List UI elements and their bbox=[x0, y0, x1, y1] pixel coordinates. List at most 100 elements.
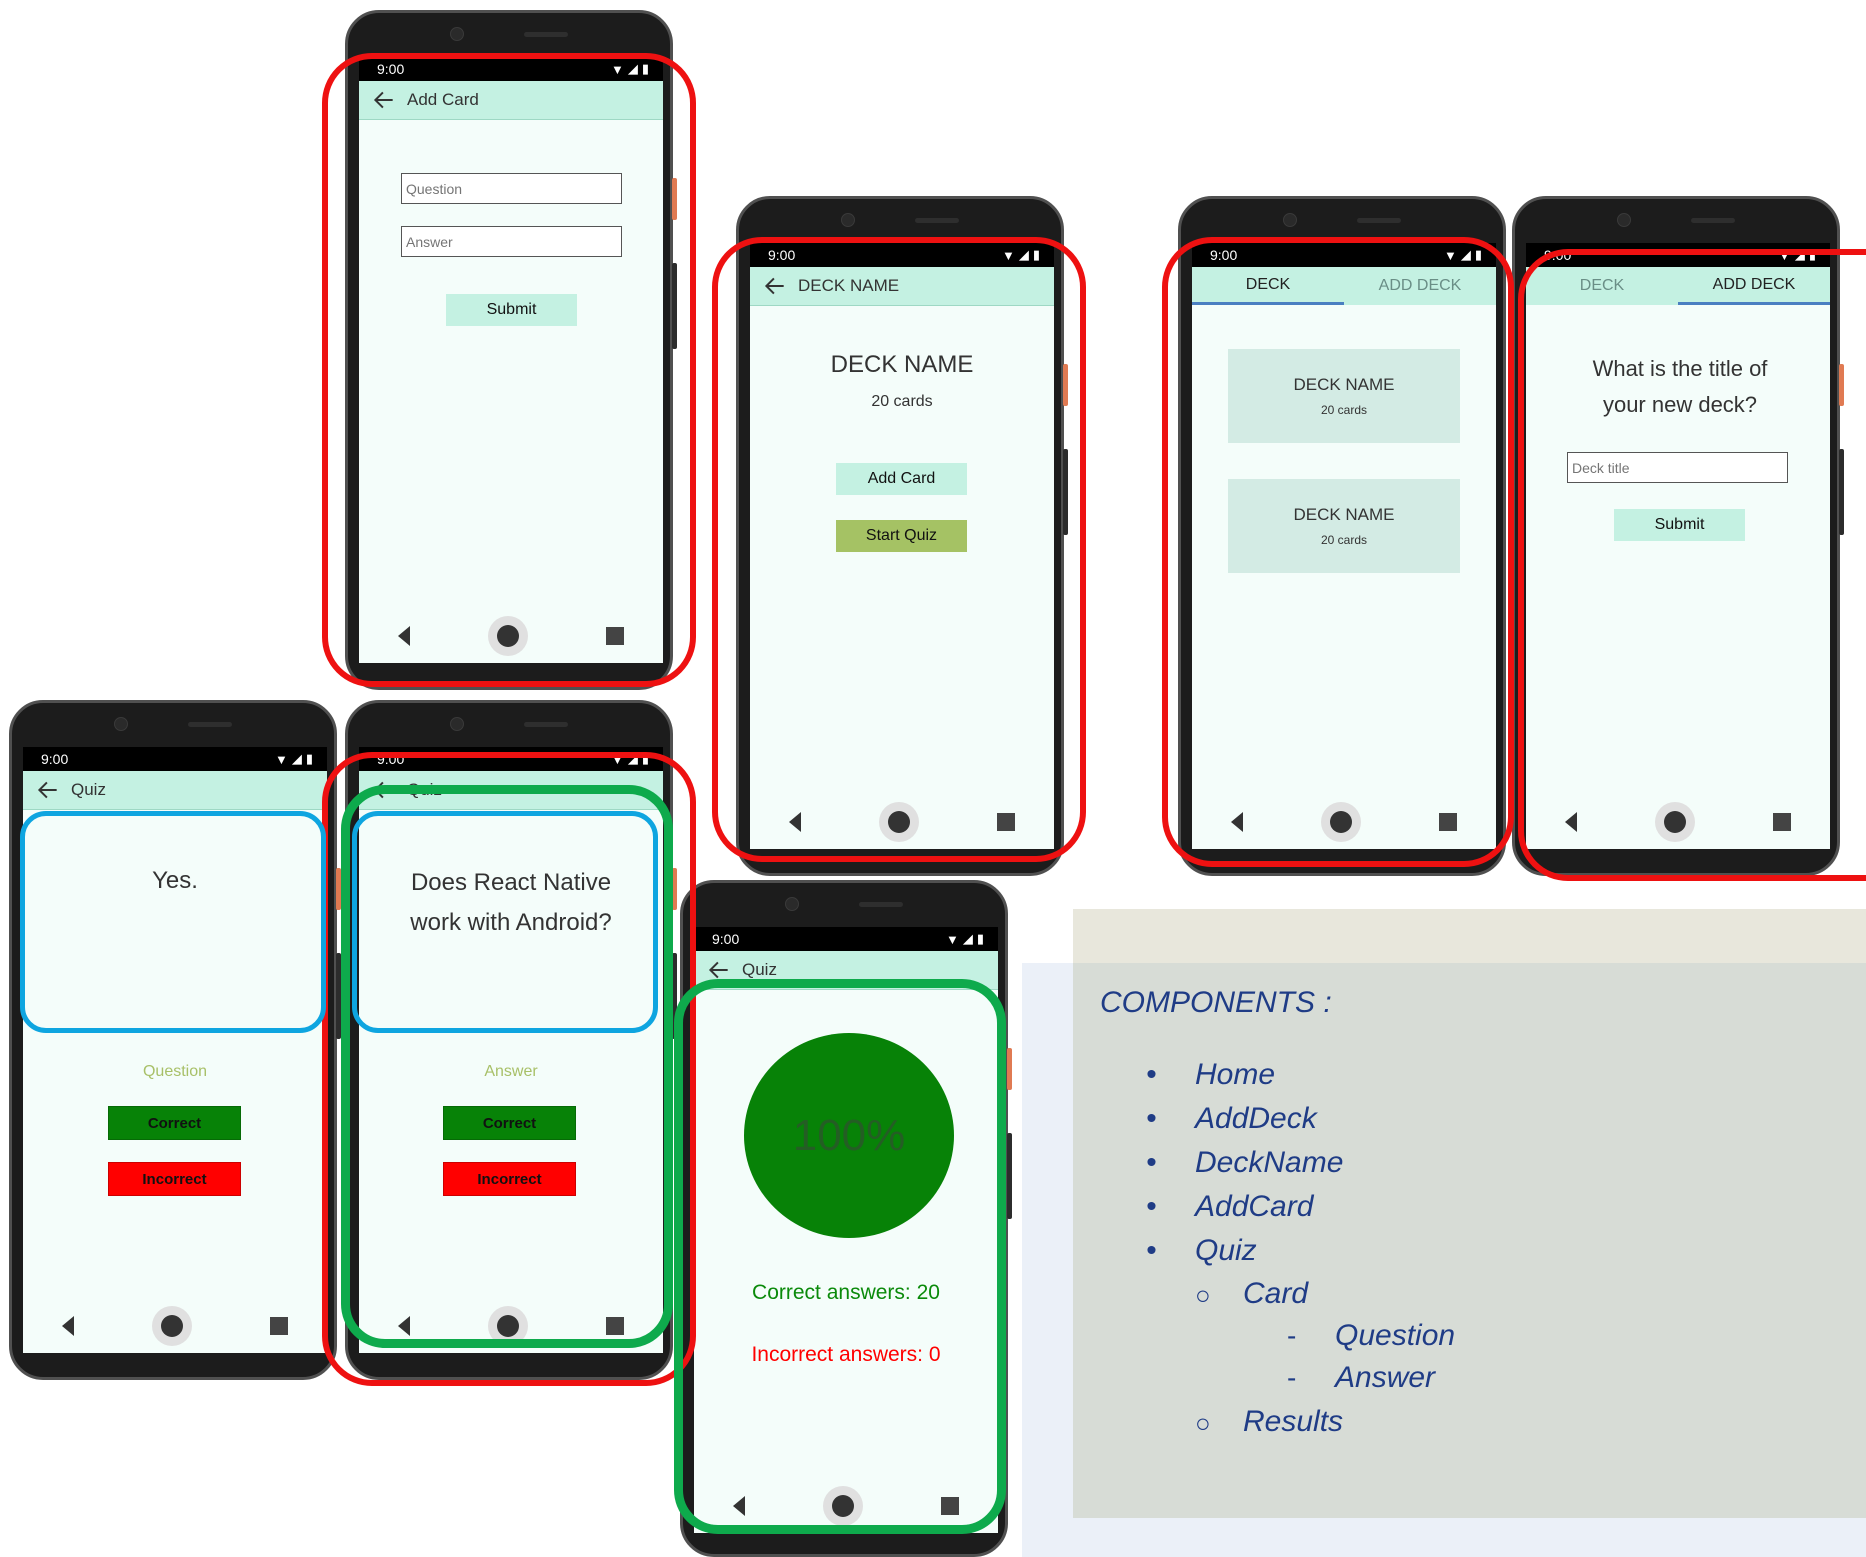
signal-icon: ◢ bbox=[627, 61, 638, 76]
wifi-icon: ▼ bbox=[945, 931, 959, 947]
tab-deck[interactable]: DECK bbox=[1192, 267, 1344, 305]
start-quiz-button[interactable]: Start Quiz bbox=[836, 520, 967, 552]
status-icons: ▼ ◢ ▮ bbox=[1778, 247, 1816, 263]
deck-title-input[interactable] bbox=[1567, 452, 1788, 483]
nav-back-icon[interactable] bbox=[1231, 812, 1243, 832]
deck-card-name: DECK NAME bbox=[1293, 375, 1395, 394]
phone-add-card: 9:00 ▼◢▮ Add Card Submit bbox=[345, 10, 677, 690]
card-text: Does React Native work with Android? bbox=[410, 869, 612, 936]
status-icons: ▼ ◢ ▮ bbox=[1444, 247, 1482, 263]
status-icons: ▼ ◢ ▮ bbox=[275, 751, 313, 767]
phone-notch bbox=[348, 27, 670, 41]
system-nav-bar bbox=[23, 1299, 327, 1353]
signal-icon: ◢ bbox=[962, 931, 973, 946]
screen-quiz-answer: 9:00 ▼ ◢ ▮ Quiz Yes. Question Correct Inco… bbox=[23, 747, 327, 1353]
nav-back-icon[interactable] bbox=[789, 812, 801, 832]
component-label-home: Home bbox=[1195, 1058, 1276, 1091]
status-time: 9:00 bbox=[41, 751, 69, 767]
nav-recent-icon[interactable] bbox=[606, 627, 624, 645]
screen-add-card: 9:00 ▼◢▮ Add Card Submit bbox=[359, 57, 663, 663]
deck-card-count: 20 cards bbox=[871, 393, 933, 410]
correct-answers-count: Correct answers: 20 bbox=[752, 1281, 940, 1304]
submit-button[interactable]: Submit bbox=[446, 294, 577, 326]
power-button bbox=[1063, 449, 1068, 535]
component-subitem-card-bullet: ○ bbox=[1195, 1280, 1211, 1310]
nav-back-icon[interactable] bbox=[398, 626, 410, 646]
components-panel bbox=[1073, 963, 1866, 1518]
correct-button[interactable]: Correct bbox=[108, 1106, 241, 1140]
component-label-results: Results bbox=[1243, 1405, 1344, 1438]
status-icons: ▼ ◢ ▮ bbox=[1002, 247, 1040, 263]
app-bar-title: Add Card bbox=[407, 90, 479, 109]
nav-recent-icon[interactable] bbox=[270, 1317, 288, 1335]
back-arrow-icon[interactable] bbox=[371, 777, 397, 803]
deck-card[interactable]: DECK NAME 20 cards bbox=[1228, 349, 1460, 443]
answer-input[interactable] bbox=[401, 226, 622, 257]
nav-back-icon[interactable] bbox=[398, 1316, 410, 1336]
screen-deck-list: 9:00 ▼ ◢ ▮ DECK ADD DECK DECK NAME 20 card… bbox=[1192, 243, 1496, 849]
app-bar-title: Quiz bbox=[742, 960, 777, 979]
component-item-adddeck: • bbox=[1146, 1102, 1157, 1135]
card-text: Yes. bbox=[152, 867, 198, 894]
component-label-answer: Answer bbox=[1335, 1361, 1436, 1394]
status-icons: ▼ ◢ ▮ bbox=[946, 931, 984, 947]
nav-recent-icon[interactable] bbox=[997, 813, 1015, 831]
nav-back-icon[interactable] bbox=[62, 1316, 74, 1336]
score-percent: 100% bbox=[792, 1110, 906, 1160]
battery-icon: ▮ bbox=[1032, 247, 1040, 262]
nav-home-icon[interactable] bbox=[488, 1306, 528, 1346]
question-input[interactable] bbox=[401, 173, 622, 204]
nav-home-icon[interactable] bbox=[152, 1306, 192, 1346]
incorrect-button[interactable]: Incorrect bbox=[443, 1162, 576, 1196]
incorrect-button[interactable]: Incorrect bbox=[108, 1162, 241, 1196]
add-card-button[interactable]: Add Card bbox=[836, 463, 967, 495]
status-bar: 9:00 ▼ ◢ ▮ bbox=[694, 927, 998, 951]
show-answer-toggle[interactable]: Answer bbox=[359, 1063, 663, 1081]
phone-notch bbox=[12, 717, 334, 731]
phone-deck-list: 9:00 ▼ ◢ ▮ DECK ADD DECK DECK NAME 20 card… bbox=[1178, 196, 1506, 876]
correct-button[interactable]: Correct bbox=[443, 1106, 576, 1140]
show-question-toggle[interactable]: Question bbox=[23, 1063, 327, 1081]
battery-icon: ▮ bbox=[976, 931, 984, 946]
status-bar: 9:00 ▼ ◢ ▮ bbox=[1526, 243, 1830, 267]
screen-quiz-question: 9:00 ▼ ◢ ▮ Quiz Does React Native work wit… bbox=[359, 747, 663, 1353]
status-time: 9:00 bbox=[768, 247, 796, 263]
tab-bar: DECK ADD DECK bbox=[1192, 267, 1496, 305]
phone-notch bbox=[348, 717, 670, 731]
nav-home-icon[interactable] bbox=[1321, 802, 1361, 842]
back-arrow-icon[interactable] bbox=[706, 957, 732, 983]
nav-home-icon[interactable] bbox=[879, 802, 919, 842]
status-bar: 9:00 ▼ ◢ ▮ bbox=[750, 243, 1054, 267]
battery-icon: ▮ bbox=[641, 751, 649, 766]
nav-recent-icon[interactable] bbox=[941, 1497, 959, 1515]
tab-add-deck[interactable]: ADD DECK bbox=[1678, 267, 1830, 305]
wifi-icon: ▼ bbox=[274, 751, 288, 767]
screen-deck-detail: 9:00 ▼ ◢ ▮ DECK NAME DECK NAME 20 cards Ad… bbox=[750, 243, 1054, 849]
deck-card[interactable]: DECK NAME 20 cards bbox=[1228, 479, 1460, 573]
system-nav-bar bbox=[1526, 795, 1830, 849]
nav-home-icon[interactable] bbox=[488, 616, 528, 656]
wifi-icon: ▼ bbox=[1777, 247, 1791, 263]
tab-add-deck[interactable]: ADD DECK bbox=[1344, 267, 1496, 305]
submit-button[interactable]: Submit bbox=[1614, 509, 1745, 541]
nav-recent-icon[interactable] bbox=[1439, 813, 1457, 831]
system-nav-bar bbox=[1192, 795, 1496, 849]
back-arrow-icon[interactable] bbox=[35, 777, 61, 803]
phone-add-deck: 9:00 ▼ ◢ ▮ DECK ADD DECK What is the title… bbox=[1512, 196, 1844, 876]
back-arrow-icon[interactable] bbox=[762, 273, 788, 299]
phone-quiz-question: 9:00 ▼ ◢ ▮ Quiz Does React Native work wit… bbox=[345, 700, 677, 1380]
nav-home-icon[interactable] bbox=[1655, 802, 1695, 842]
volume-button bbox=[672, 178, 677, 220]
system-nav-bar bbox=[359, 1299, 663, 1353]
status-bar: 9:00 ▼ ◢ ▮ bbox=[359, 57, 663, 81]
back-arrow-icon[interactable] bbox=[371, 87, 397, 113]
nav-back-icon[interactable] bbox=[733, 1496, 745, 1516]
nav-back-icon[interactable] bbox=[1565, 812, 1577, 832]
component-label-card: Card bbox=[1243, 1277, 1309, 1310]
nav-recent-icon[interactable] bbox=[1773, 813, 1791, 831]
status-bar: 9:00 ▼ ◢ ▮ bbox=[359, 747, 663, 771]
battery-icon: ▮ bbox=[1808, 247, 1816, 262]
nav-recent-icon[interactable] bbox=[606, 1317, 624, 1335]
tab-deck[interactable]: DECK bbox=[1526, 267, 1678, 305]
nav-home-icon[interactable] bbox=[823, 1486, 863, 1526]
